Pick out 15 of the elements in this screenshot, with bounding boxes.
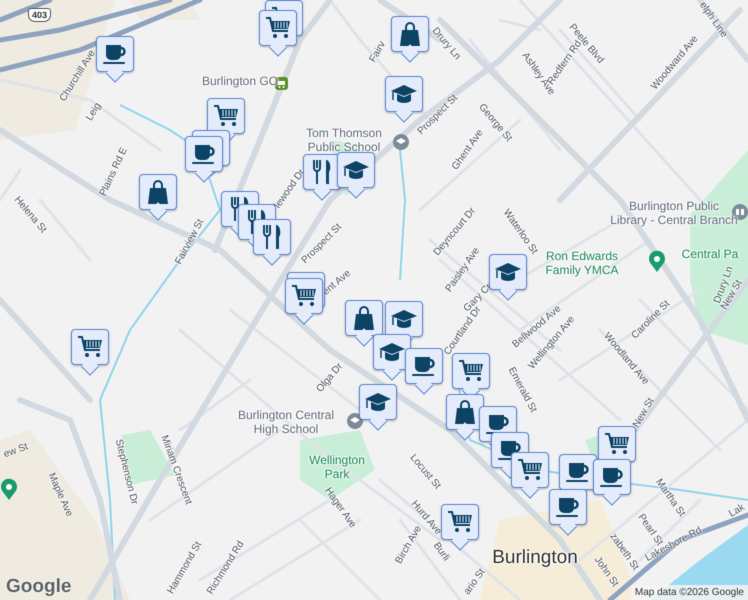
place-label: Burlington Public Library - Central Branch [610,200,738,228]
street-label: Olga Dr [314,361,346,395]
place-label: Wellington Park [309,454,365,482]
place-label: Tom Thomson Public School [306,127,382,155]
street-label: ew St [2,441,30,461]
place-label: Ron Edwards Family YMCA [545,250,619,278]
street-label: Plains Rd E [98,146,130,198]
attribution-text: Map data ©2026 Google [630,585,748,600]
highway-shield: 403 [28,8,52,22]
place-label: Burlington Central High School [238,409,334,437]
street-label: ario St [462,566,488,598]
city-label: Burlington [492,547,578,569]
street-label: Maple Ave [45,471,75,519]
street-label: Lak [727,502,747,520]
place-label: Central Pa [682,248,738,262]
